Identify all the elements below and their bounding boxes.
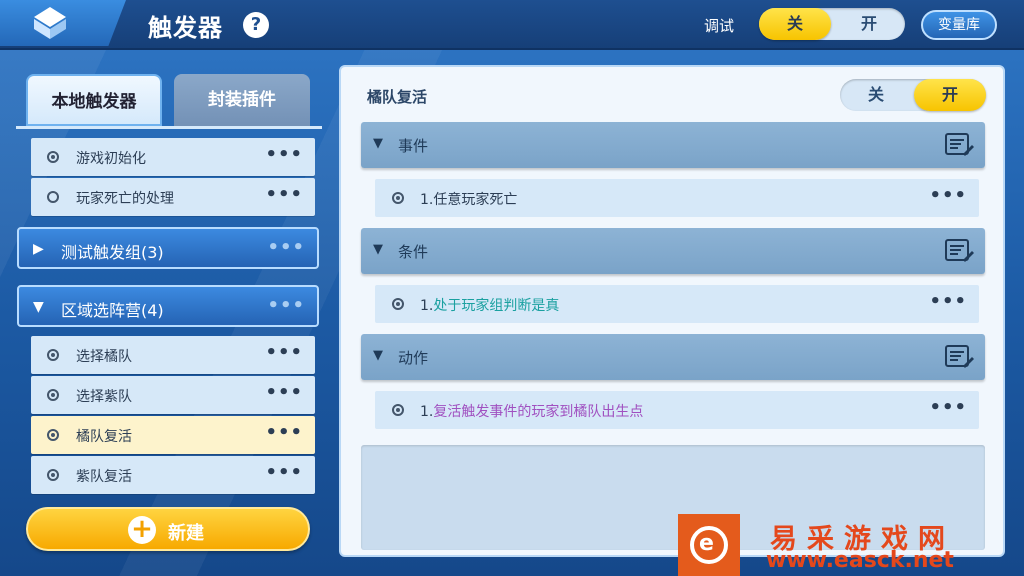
list-item-label: 玩家死亡的处理	[76, 191, 174, 207]
condition-text: 1.处于玩家组判断是真	[420, 298, 560, 314]
radio-dot-icon	[47, 349, 59, 361]
triangle-right-icon: ▶	[33, 241, 44, 257]
group-test-triggers[interactable]: ▶ 测试触发组(3) •••	[17, 227, 319, 269]
more-icon[interactable]: •••	[267, 295, 305, 316]
group-label: 区域选阵营(4)	[61, 301, 164, 320]
watermark-logo-letter: e	[699, 531, 714, 556]
trigger-name: 橘队复活	[367, 88, 428, 106]
radio-dot-icon	[47, 469, 59, 481]
list-item-select-purple[interactable]: 选择紫队 •••	[31, 376, 315, 414]
section-condition[interactable]: ▼ 条件	[361, 228, 985, 274]
radio-dot-icon	[392, 192, 404, 204]
list-item-player-death[interactable]: 玩家死亡的处理 •••	[31, 178, 315, 216]
list-item-label: 游戏初始化	[76, 151, 146, 167]
tab-packaged-plugins[interactable]: 封装插件	[174, 74, 310, 126]
radio-empty-icon	[47, 191, 59, 203]
new-button-label: 新建	[168, 523, 204, 544]
page-title: 触发器	[148, 14, 223, 42]
list-item-purple-revive[interactable]: 紫队复活 •••	[31, 456, 315, 494]
section-event[interactable]: ▼ 事件	[361, 122, 985, 168]
triangle-down-icon: ▼	[373, 242, 383, 257]
tab-divider	[16, 126, 322, 129]
radio-dot-icon	[392, 298, 404, 310]
more-icon[interactable]: •••	[929, 291, 967, 312]
list-item-label: 选择紫队	[76, 389, 132, 405]
action-row[interactable]: 1.复活触发事件的玩家到橘队出生点 •••	[375, 391, 979, 429]
more-icon[interactable]: •••	[267, 237, 305, 258]
list-item-orange-revive[interactable]: 橘队复活 •••	[31, 416, 315, 454]
list-item-select-orange[interactable]: 选择橘队 •••	[31, 336, 315, 374]
triangle-down-icon: ▼	[373, 348, 383, 363]
debug-label: 调试	[704, 17, 735, 35]
watermark-url: www.easck.net	[766, 548, 954, 573]
list-item-label: 紫队复活	[76, 469, 132, 485]
debug-toggle-on[interactable]: 开	[833, 8, 905, 40]
section-label: 动作	[398, 349, 429, 367]
watermark-logo: e	[678, 514, 740, 576]
more-icon[interactable]: •••	[265, 184, 303, 205]
logo-cube-icon	[34, 7, 66, 39]
top-bar: 触发器 ? 调试 关 开 变量库	[0, 0, 1024, 50]
debug-toggle-off[interactable]: 关	[759, 8, 831, 40]
trigger-enable-toggle[interactable]: 关 开	[840, 79, 986, 111]
more-icon[interactable]: •••	[265, 462, 303, 483]
more-icon[interactable]: •••	[929, 397, 967, 418]
more-icon[interactable]: •••	[265, 382, 303, 403]
event-row[interactable]: 1.任意玩家死亡 •••	[375, 179, 979, 217]
action-text: 1.复活触发事件的玩家到橘队出生点	[420, 404, 644, 420]
section-label: 条件	[398, 243, 429, 261]
radio-dot-icon	[47, 151, 59, 163]
more-icon[interactable]: •••	[265, 144, 303, 165]
event-text: 1.任意玩家死亡	[420, 192, 518, 208]
trigger-toggle-off[interactable]: 关	[840, 79, 912, 111]
list-item-label: 选择橘队	[76, 349, 132, 365]
group-region-camp[interactable]: ▼ 区域选阵营(4) •••	[17, 285, 319, 327]
new-trigger-button[interactable]: + 新建	[26, 507, 310, 551]
debug-toggle[interactable]: 关 开	[759, 8, 905, 40]
radio-dot-icon	[392, 404, 404, 416]
section-action[interactable]: ▼ 动作	[361, 334, 985, 380]
more-icon[interactable]: •••	[265, 342, 303, 363]
radio-dot-icon	[47, 389, 59, 401]
plus-icon: +	[128, 516, 156, 544]
help-icon[interactable]: ?	[243, 12, 269, 38]
condition-row[interactable]: 1.处于玩家组判断是真 •••	[375, 285, 979, 323]
back-button[interactable]	[0, 0, 126, 46]
list-item-label: 橘队复活	[76, 429, 132, 445]
radio-dot-icon	[47, 429, 59, 441]
section-label: 事件	[398, 137, 429, 155]
triangle-down-icon: ▼	[33, 299, 44, 315]
more-icon[interactable]: •••	[929, 185, 967, 206]
triangle-down-icon: ▼	[373, 136, 383, 151]
variable-library-button[interactable]: 变量库	[921, 10, 997, 40]
edit-list-icon[interactable]	[945, 344, 975, 370]
edit-list-icon[interactable]	[945, 238, 975, 264]
group-label: 测试触发组(3)	[61, 243, 164, 262]
tab-local-triggers[interactable]: 本地触发器	[26, 74, 162, 126]
list-item-game-init[interactable]: 游戏初始化 •••	[31, 138, 315, 176]
trigger-toggle-on[interactable]: 开	[914, 79, 986, 111]
edit-list-icon[interactable]	[945, 132, 975, 158]
more-icon[interactable]: •••	[265, 422, 303, 443]
